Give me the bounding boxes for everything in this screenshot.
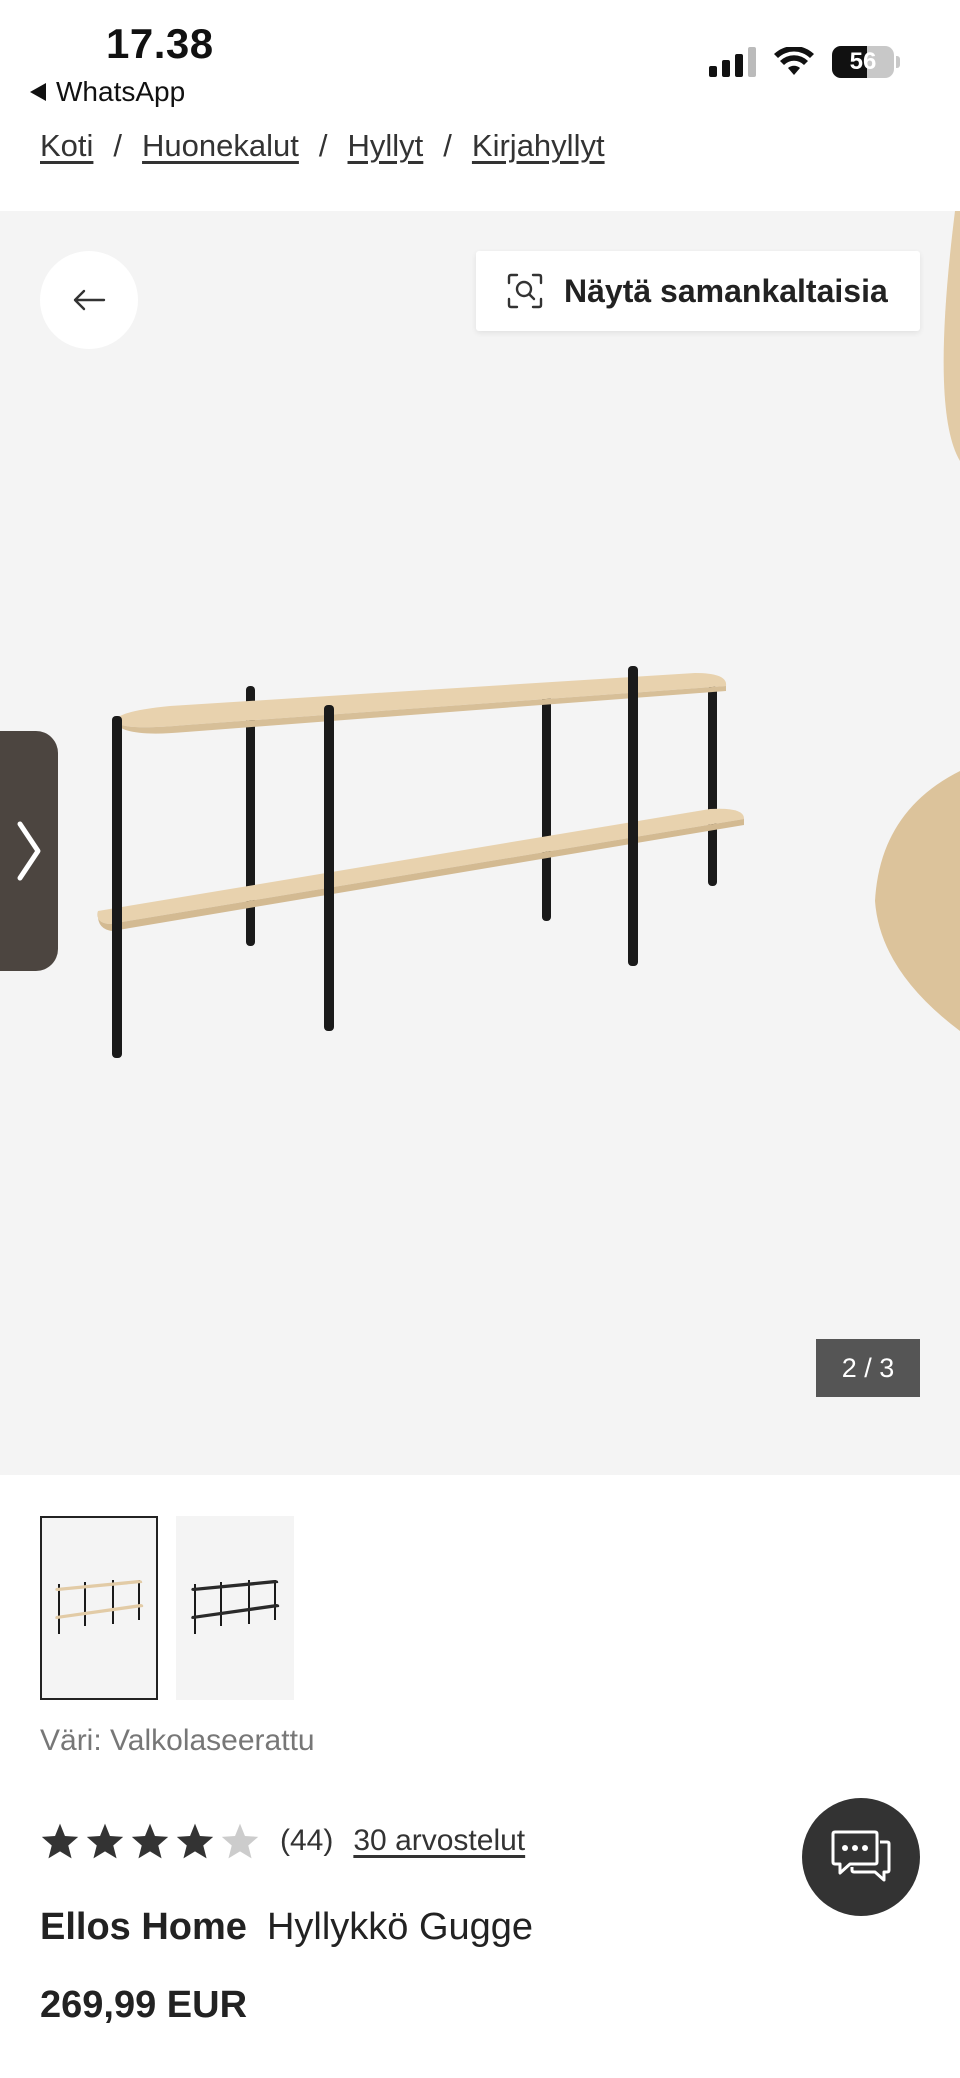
status-time: 17.38 bbox=[106, 20, 214, 67]
star-filled-icon bbox=[176, 1823, 214, 1859]
visual-search-icon bbox=[507, 273, 543, 309]
image-pager: 2 / 3 bbox=[816, 1339, 920, 1397]
product-image bbox=[97, 211, 960, 1058]
back-app-label: WhatsApp bbox=[56, 76, 186, 107]
rating: (44) 30 arvostelut bbox=[40, 1822, 525, 1860]
star-filled-icon bbox=[86, 1823, 124, 1859]
cellular-signal-icon bbox=[709, 47, 756, 77]
rating-stars bbox=[40, 1822, 260, 1860]
breadcrumb: Koti / Huonekalut / Hyllyt / Kirjahyllyt bbox=[40, 128, 605, 164]
status-icons: 56 bbox=[709, 46, 900, 78]
wifi-icon bbox=[774, 47, 814, 75]
show-similar-label: Näytä samankaltaisia bbox=[564, 272, 888, 309]
chat-bubbles-icon bbox=[831, 1830, 891, 1882]
breadcrumb-separator: / bbox=[443, 128, 452, 163]
arrow-left-icon bbox=[73, 289, 106, 311]
show-similar-button[interactable]: Näytä samankaltaisia bbox=[476, 251, 920, 331]
thumbnail-black[interactable] bbox=[176, 1516, 294, 1700]
chat-button[interactable] bbox=[802, 1798, 920, 1916]
product-price: 269,99 EUR bbox=[40, 1984, 248, 2026]
breadcrumb-separator: / bbox=[318, 128, 328, 163]
product-name: Hyllykkö Gugge bbox=[266, 1906, 534, 1948]
back-to-app[interactable]: WhatsApp bbox=[30, 76, 185, 108]
breadcrumb-shelves[interactable]: Hyllyt bbox=[348, 128, 424, 164]
color-label: Väri: Valkolaseerattu bbox=[40, 1724, 315, 1757]
thumbnail-natural[interactable] bbox=[40, 1516, 158, 1700]
breadcrumb-furniture[interactable]: Huonekalut bbox=[142, 128, 299, 164]
rating-count: (44) bbox=[280, 1824, 334, 1857]
previous-image-tab[interactable] bbox=[0, 731, 58, 971]
star-filled-icon bbox=[131, 1823, 169, 1859]
star-empty-icon bbox=[221, 1823, 259, 1859]
battery-percent: 56 bbox=[849, 48, 877, 75]
star-filled-icon bbox=[41, 1823, 79, 1859]
breadcrumb-separator: / bbox=[113, 128, 123, 163]
battery-icon: 56 bbox=[832, 46, 894, 78]
back-triangle-icon bbox=[30, 83, 46, 101]
thumbnail-shelf-natural bbox=[55, 1580, 144, 1634]
product-title: Ellos Home Hyllykkö Gugge bbox=[40, 1906, 533, 1949]
reviews-link[interactable]: 30 arvostelut bbox=[353, 1824, 525, 1858]
breadcrumb-bookshelves[interactable]: Kirjahyllyt bbox=[472, 128, 605, 164]
product-brand: Ellos Home bbox=[40, 1906, 247, 1948]
product-image-gallery[interactable]: Näytä samankaltaisia 2 / 3 bbox=[0, 211, 960, 1475]
back-button[interactable] bbox=[40, 251, 138, 349]
chevron-right-icon bbox=[17, 821, 41, 881]
breadcrumb-home[interactable]: Koti bbox=[40, 128, 93, 164]
thumbnail-shelf-black bbox=[191, 1580, 280, 1634]
